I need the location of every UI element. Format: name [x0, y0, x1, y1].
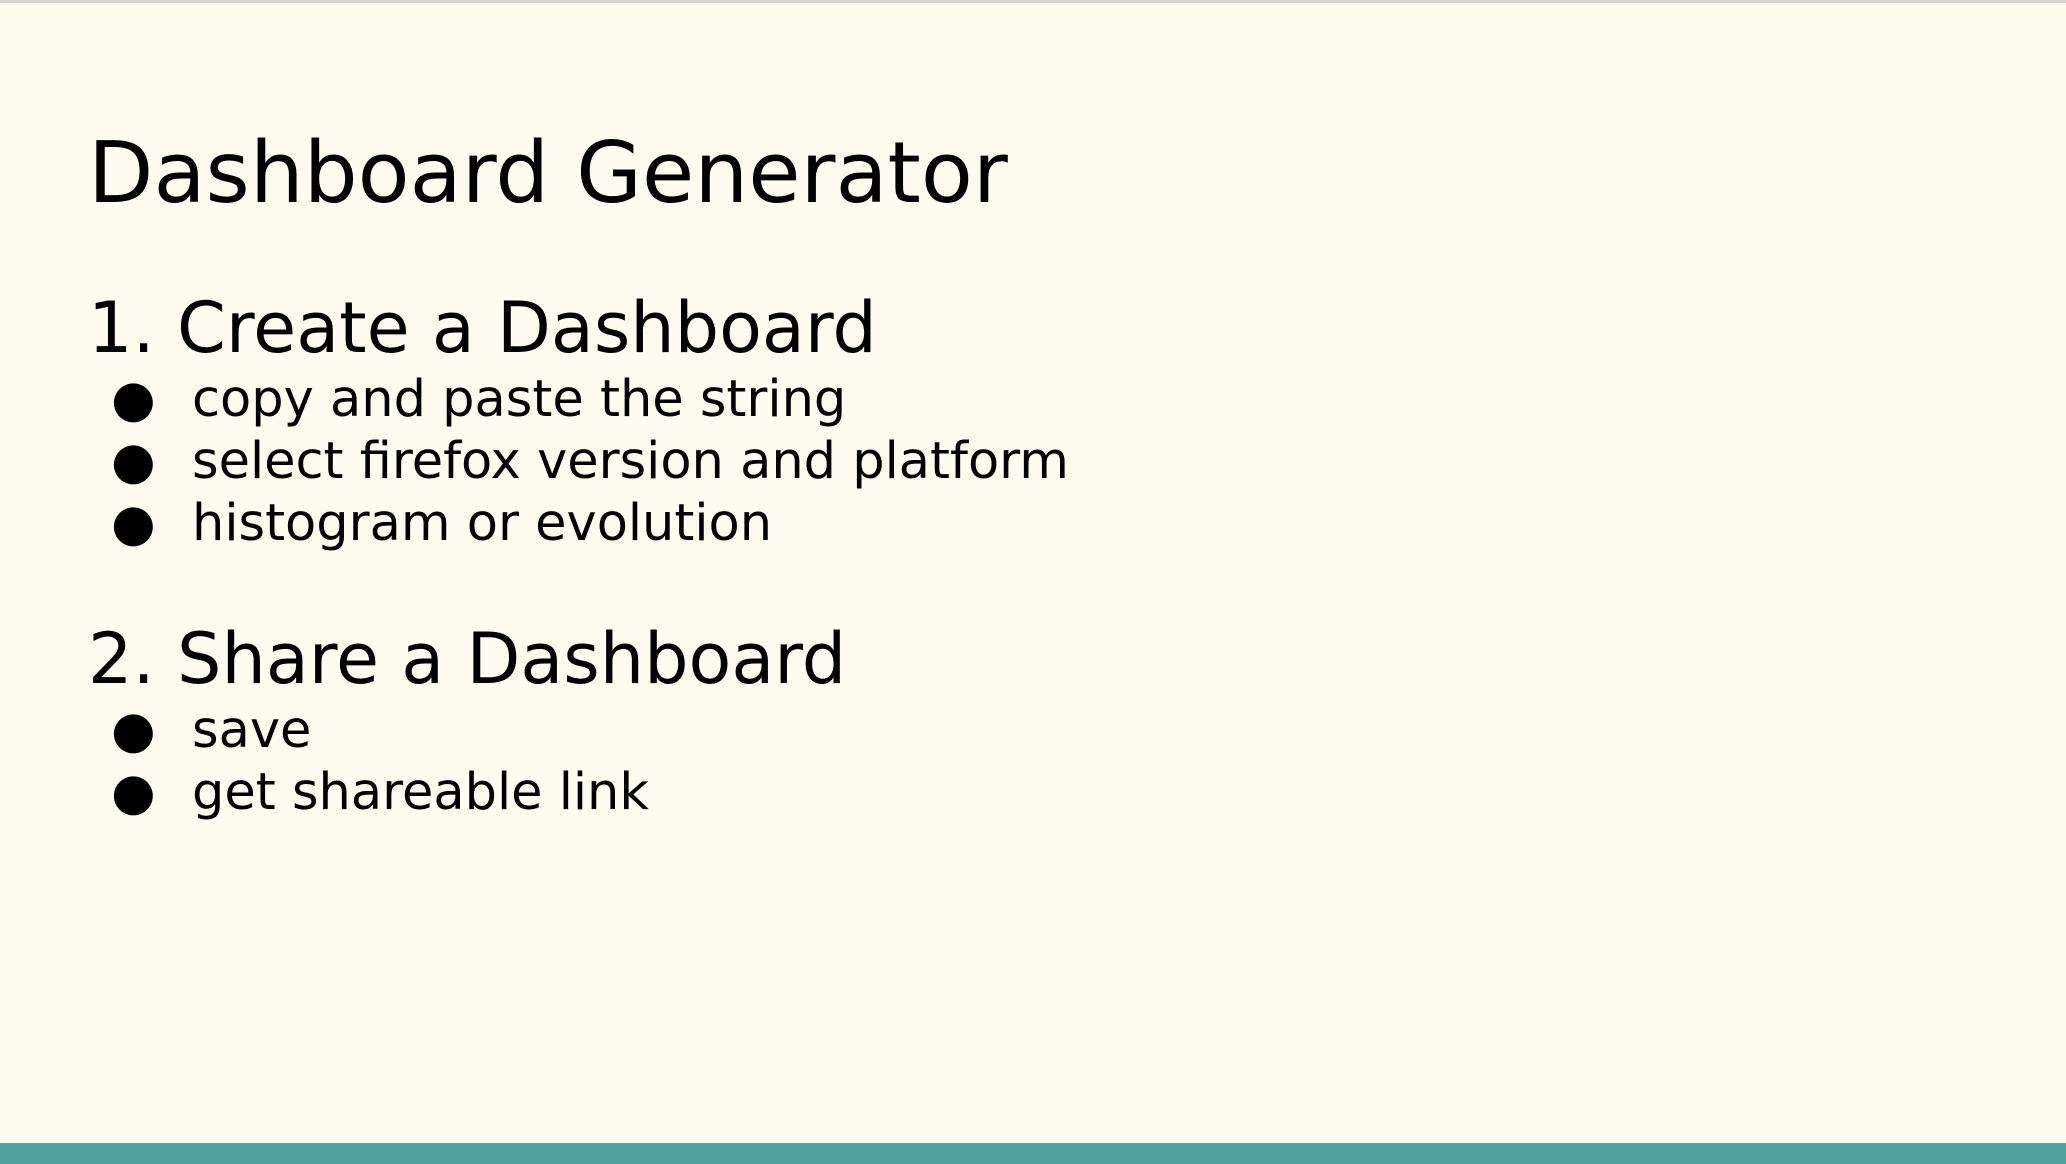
list-item: ● copy and paste the string [88, 369, 1069, 431]
bullet-list: ● save ● get shareable link [88, 700, 846, 824]
list-item: ● select firefox version and platform [88, 431, 1069, 493]
section-heading: 1. Create a Dashboard [88, 287, 877, 369]
list-item: ● get shareable link [88, 762, 846, 824]
list-item-text: save [192, 701, 312, 760]
list-item-text: select firefox version and platform [192, 432, 1069, 491]
slide: Dashboard Generator 1. Create a Dashboar… [0, 0, 2066, 1164]
list-item: ● save [88, 700, 846, 762]
section-create-dashboard: 1. Create a Dashboard ● copy and paste t… [88, 287, 1069, 555]
bullet-icon: ● [111, 370, 156, 429]
slide-title: Dashboard Generator [88, 124, 1008, 223]
list-item-text: copy and paste the string [192, 370, 847, 429]
section-share-dashboard: 2. Share a Dashboard ● save ● get sharea… [88, 618, 846, 824]
list-item-text: histogram or evolution [192, 494, 773, 553]
bullet-icon: ● [111, 432, 156, 491]
accent-footer-bar [0, 1143, 2066, 1164]
section-heading: 2. Share a Dashboard [88, 618, 847, 700]
bullet-icon: ● [111, 494, 156, 553]
bullet-list: ● copy and paste the string ● select fir… [88, 369, 1069, 555]
bullet-icon: ● [111, 763, 156, 822]
list-item: ● histogram or evolution [88, 493, 1069, 555]
list-item-text: get shareable link [192, 763, 649, 822]
bullet-icon: ● [111, 701, 156, 760]
